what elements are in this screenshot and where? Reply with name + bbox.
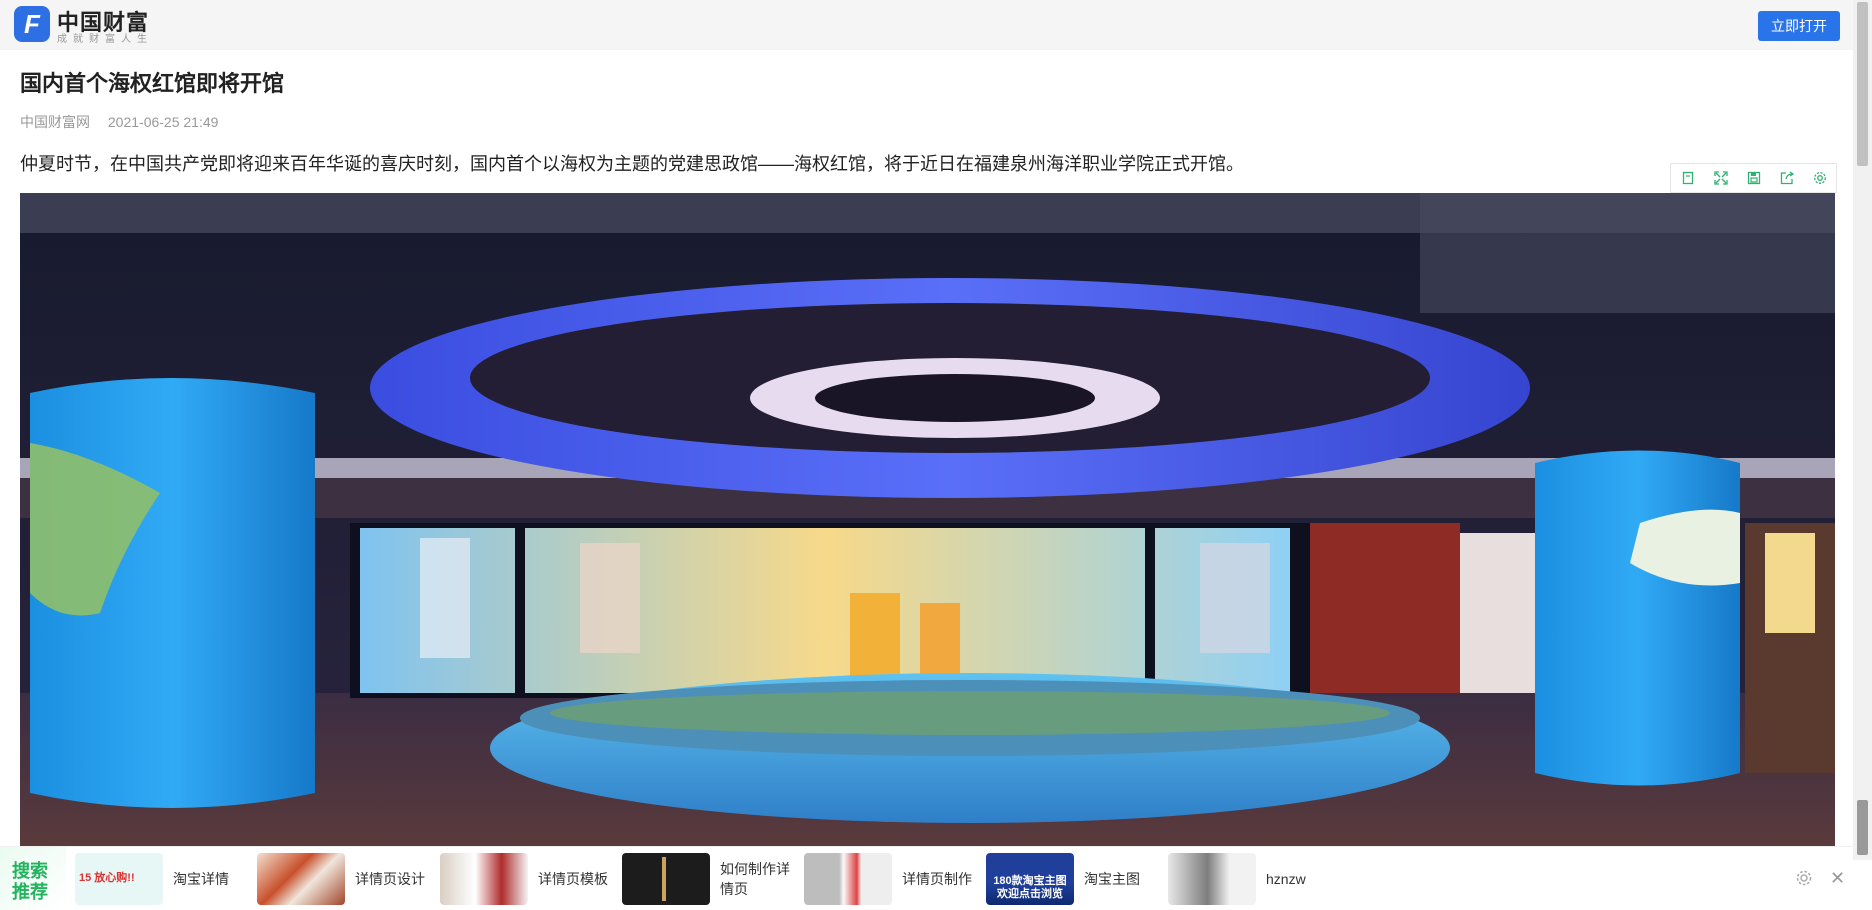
recommend-item[interactable]: 详情页模板 xyxy=(440,853,618,905)
article-lead: 仲夏时节，在中国共产党即将迎来百年华诞的喜庆时刻，国内首个以海权为主题的党建思政… xyxy=(20,154,1244,174)
recommend-thumb: 15 放心购!! xyxy=(75,853,163,905)
read-mode-icon[interactable] xyxy=(1671,164,1704,192)
recommend-thumb xyxy=(622,853,710,905)
recommend-thumb xyxy=(804,853,892,905)
recommend-label-line2: 推荐 xyxy=(12,882,48,902)
recommend-item-label: hznzw xyxy=(1266,871,1306,887)
recommend-thumb-text: 15 放心购!! xyxy=(79,872,135,884)
open-app-button[interactable]: 立即打开 xyxy=(1758,11,1840,41)
recommend-settings-icon[interactable] xyxy=(1795,869,1813,892)
recommend-item-label: 详情页模板 xyxy=(538,871,608,887)
page-scrollbar[interactable] xyxy=(1853,0,1872,860)
top-bar: F 中国财富 成就财富人生 立即打开 xyxy=(0,0,1853,50)
recommend-item-label: 如何制作详情页 xyxy=(720,861,790,897)
article-title: 国内首个海权红馆即将开馆 xyxy=(20,71,285,96)
fullscreen-icon[interactable] xyxy=(1704,164,1737,192)
brand-slogan: 成就财富人生 xyxy=(57,34,153,45)
recommend-thumb xyxy=(1168,853,1256,905)
recommend-item[interactable]: 15 放心购!! 淘宝详情 xyxy=(75,853,253,905)
recommend-close-icon[interactable]: ✕ xyxy=(1830,869,1845,887)
recommend-item[interactable]: 详情页设计 xyxy=(257,853,435,905)
recommend-item[interactable]: 180款淘宝主图 欢迎点击浏览 淘宝主图 xyxy=(986,853,1164,905)
article-source[interactable]: 中国财富网 xyxy=(20,114,90,130)
recommend-thumb xyxy=(440,853,528,905)
recommend-item-label: 淘宝详情 xyxy=(173,871,229,887)
settings-icon[interactable] xyxy=(1803,164,1836,192)
share-icon[interactable] xyxy=(1770,164,1803,192)
article-photo[interactable] xyxy=(20,193,1835,846)
article-meta: 中国财富网 2021-06-25 21:49 xyxy=(20,112,218,132)
logo-icon[interactable]: F xyxy=(14,6,50,42)
save-icon[interactable] xyxy=(1737,164,1770,192)
recommend-thumb: 180款淘宝主图 欢迎点击浏览 xyxy=(986,853,1074,905)
recommend-item[interactable]: 如何制作详情页 xyxy=(622,853,800,905)
image-toolbar xyxy=(1670,163,1837,193)
recommend-item[interactable]: 详情页制作 xyxy=(804,853,982,905)
recommend-thumb-text: 180款淘宝主图 欢迎点击浏览 xyxy=(993,875,1067,900)
recommend-label: 搜索 推荐 xyxy=(0,847,66,910)
logo-glyph: F xyxy=(24,9,40,39)
scrollbar-thumb[interactable] xyxy=(1857,2,1868,166)
recommend-item-label: 淘宝主图 xyxy=(1084,871,1140,887)
recommend-item-label: 详情页制作 xyxy=(902,871,972,887)
search-recommend-bar: 搜索 推荐 15 放心购!! 淘宝详情 详情页设计 详情页模板 如何制作详情页 … xyxy=(0,846,1853,910)
recommend-item[interactable]: hznzw xyxy=(1168,853,1346,905)
scrollbar-thumb-secondary[interactable] xyxy=(1857,800,1868,855)
recommend-thumb xyxy=(257,853,345,905)
article-datetime: 2021-06-25 21:49 xyxy=(107,114,219,130)
recommend-item-label: 详情页设计 xyxy=(355,871,425,887)
